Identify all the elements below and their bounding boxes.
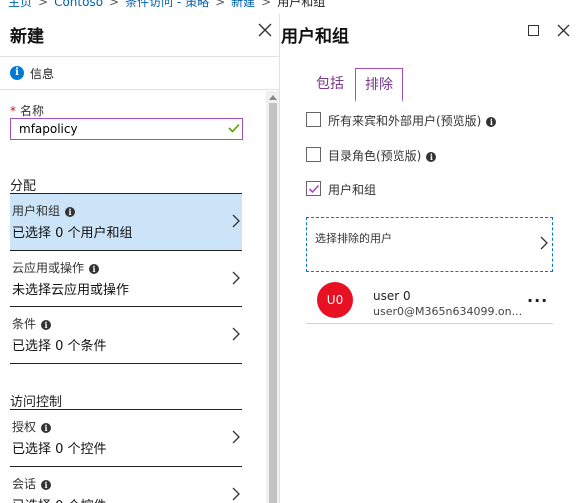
policy-form: *名称 分配 用户和组i 已选择 0 个用户和组 云应用或操作i 未选择云应用或… <box>0 91 266 503</box>
breadcrumb-home[interactable]: 主页 <box>8 0 32 10</box>
chevron-right-icon <box>232 214 240 228</box>
checkbox-label: 目录角色(预览版) i <box>328 147 437 164</box>
chevron-right-icon <box>232 487 240 501</box>
nav-item-value: 已选择 0 个条件 <box>12 339 107 354</box>
tab-include[interactable]: 包括 <box>306 68 354 102</box>
breadcrumb-new[interactable]: 新建 <box>231 0 255 10</box>
nav-item-value: 未选择云应用或操作 <box>12 283 130 298</box>
nav-item-cloud-apps[interactable]: 云应用或操作 i 未选择云应用或操作 <box>10 251 242 307</box>
checkmark-icon <box>308 184 320 194</box>
nav-item-label: 用户和组 i <box>12 202 76 219</box>
maximize-icon[interactable] <box>528 25 539 36</box>
info-icon: i <box>41 320 52 330</box>
info-icon: i <box>426 152 437 162</box>
nav-item-value: 已选择 0 个控件 <box>12 442 107 457</box>
select-excluded-users-label: 选择排除的用户 <box>315 232 392 245</box>
blade-header: 新建 <box>0 13 279 57</box>
breadcrumb-separator: > <box>109 0 120 9</box>
info-icon: i <box>41 480 52 490</box>
breadcrumb-separator: > <box>38 0 49 9</box>
info-label: 信息 <box>30 67 55 81</box>
close-icon[interactable] <box>257 22 273 38</box>
chevron-right-icon <box>232 271 240 285</box>
select-excluded-users[interactable]: 选择排除的用户 <box>306 217 553 272</box>
breadcrumb-contoso[interactable]: Contoso <box>54 0 103 10</box>
avatar: U0 <box>317 282 353 318</box>
nav-item-value: 已选择 0 个控件 <box>12 495 107 503</box>
nav-item-session[interactable]: 会话i 已选择 0 个控件 <box>10 467 242 503</box>
blade-header: 用户和组 <box>281 13 576 57</box>
info-icon: i <box>89 264 100 274</box>
name-input[interactable] <box>10 118 243 140</box>
required-mark: * <box>10 104 16 118</box>
blade-title: 用户和组 <box>281 27 349 47</box>
users-groups-blade: 用户和组 包括 排除 所有来宾和外部用户(预览版) i 目录角色(预览版) i 用户… <box>281 13 576 503</box>
nav-item-label: 授权 i <box>12 418 52 435</box>
breadcrumb-separator: > <box>261 0 272 9</box>
breadcrumb-separator: > <box>215 0 226 9</box>
info-icon: i <box>486 117 497 127</box>
chevron-right-icon <box>540 236 548 250</box>
checkbox[interactable] <box>306 181 321 196</box>
checkbox[interactable] <box>306 147 321 162</box>
new-policy-blade: 新建 i 信息 *名称 分配 用户和组i 已选择 0 个用户和组 云应用或操作i… <box>0 13 280 503</box>
checkbox-label: 所有来宾和外部用户(预览版) i <box>328 112 497 129</box>
close-icon[interactable] <box>557 24 570 37</box>
vertical-scrollbar[interactable] <box>266 91 279 503</box>
list-item[interactable]: U0 user 0 user0@M365n634099.on... ··· <box>306 278 553 324</box>
blade-title: 新建 <box>10 27 44 47</box>
info-row[interactable]: i 信息 <box>0 57 279 90</box>
info-icon: i <box>65 207 76 217</box>
checkbox[interactable] <box>306 112 321 127</box>
tab-exclude[interactable]: 排除 <box>355 68 403 102</box>
info-icon: i <box>10 66 24 80</box>
info-icon: i <box>41 423 52 433</box>
breadcrumb-current: 用户和组 <box>277 0 326 9</box>
chevron-right-icon <box>232 327 240 341</box>
nav-item-label: 条件 i <box>12 315 52 332</box>
breadcrumb: 主页 > Contoso > 条件访问 - 策略 > 新建 > 用户和组 <box>0 0 576 13</box>
nav-item-value: 已选择 0 个用户和组 <box>12 226 133 241</box>
scrollbar-thumb[interactable] <box>269 103 277 503</box>
nav-item-label: 云应用或操作 i <box>12 259 100 276</box>
name-label: * 名称 <box>10 104 45 118</box>
nav-item-grant[interactable]: 授权 i 已选择 0 个控件 <box>10 410 242 466</box>
chevron-right-icon <box>232 430 240 444</box>
checkbox-label: 用户和组 <box>328 183 377 197</box>
nav-item-conditions[interactable]: 条件 i 已选择 0 个条件 <box>10 307 242 363</box>
nav-item-label: 会话 i <box>12 475 52 492</box>
user-email: user0@M365n634099.on... <box>373 305 523 318</box>
more-options-icon[interactable]: ··· <box>527 291 548 310</box>
scroll-up-arrow-icon[interactable] <box>269 95 277 100</box>
divider <box>10 363 242 364</box>
assignments-heading: 分配 <box>10 179 37 194</box>
user-name: user 0 <box>373 289 411 303</box>
checkmark-icon <box>228 123 240 133</box>
breadcrumb-conditional-access[interactable]: 条件访问 - 策略 <box>125 0 209 10</box>
nav-item-users-groups[interactable]: 用户和组 i 已选择 0 个用户和组 <box>10 194 242 250</box>
access-controls-heading: 访问控制 <box>10 395 63 410</box>
